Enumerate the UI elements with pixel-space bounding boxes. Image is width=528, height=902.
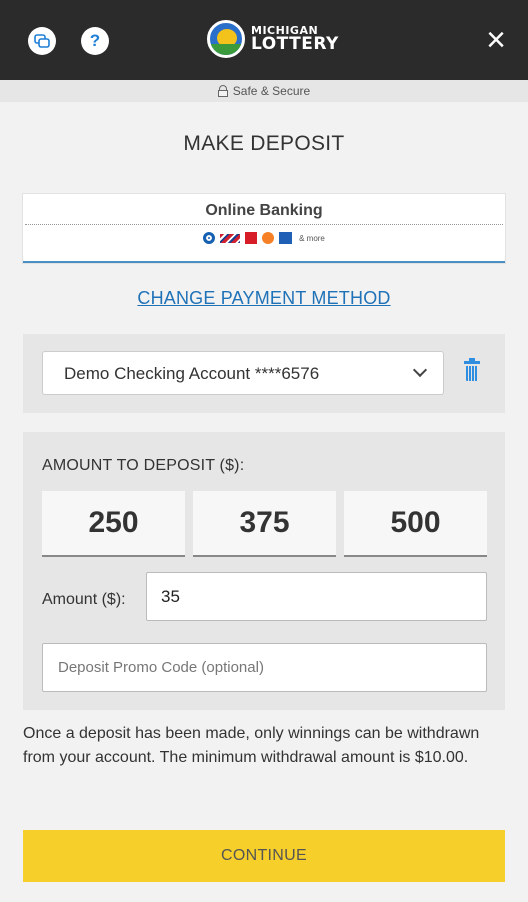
- promo-code-input[interactable]: Deposit Promo Code (optional): [42, 643, 487, 692]
- payment-method-name: Online Banking: [25, 194, 503, 225]
- amount-to-deposit-label: AMOUNT TO DEPOSIT ($):: [42, 457, 245, 474]
- help-icon: ?: [89, 31, 101, 50]
- payment-method-card[interactable]: Online Banking & more: [23, 194, 505, 263]
- chase-icon: [203, 232, 216, 244]
- account-select-value: Demo Checking Account ****6576: [64, 364, 320, 383]
- logo-line-2: LOTTERY: [251, 34, 339, 54]
- safe-secure-bar: Safe & Secure: [0, 80, 528, 102]
- pnc-icon: [262, 232, 275, 244]
- account-select[interactable]: Demo Checking Account ****6576: [42, 351, 444, 395]
- citi-icon: [279, 232, 293, 244]
- chevron-down-icon: [412, 362, 428, 378]
- bank-of-america-icon: [220, 233, 241, 243]
- bank-logos: & more: [23, 232, 505, 244]
- preset-amount-button[interactable]: 375: [193, 491, 336, 557]
- help-button[interactable]: ?: [81, 27, 109, 55]
- close-button[interactable]: ×: [486, 22, 506, 58]
- wells-fargo-icon: [245, 232, 258, 244]
- more-banks-label: & more: [299, 233, 325, 243]
- account-panel: Demo Checking Account ****6576: [23, 334, 505, 413]
- chat-button[interactable]: [28, 27, 56, 55]
- preset-amount-button[interactable]: 500: [344, 491, 487, 557]
- change-payment-method-link[interactable]: CHANGE PAYMENT METHOD: [0, 288, 528, 309]
- logo-badge-icon: [207, 20, 245, 58]
- page-title: MAKE DEPOSIT: [183, 132, 345, 155]
- trash-icon[interactable]: [464, 358, 480, 381]
- lock-icon: [217, 85, 228, 97]
- preset-amount-button[interactable]: 250: [42, 491, 185, 557]
- withdrawal-notice: Once a deposit has been made, only winni…: [23, 725, 480, 766]
- continue-button[interactable]: CONTINUE: [23, 830, 505, 882]
- safe-secure-label: Safe & Secure: [232, 84, 311, 98]
- chat-bubbles-icon: [34, 34, 50, 48]
- amount-input[interactable]: 35: [146, 572, 487, 621]
- amount-field-label: Amount ($):: [42, 591, 126, 608]
- michigan-lottery-logo: MICHIGAN LOTTERY: [207, 20, 339, 58]
- amount-panel: AMOUNT TO DEPOSIT ($): 250 375 500 Amoun…: [23, 432, 505, 710]
- top-bar: ? MICHIGAN LOTTERY ×: [0, 0, 528, 80]
